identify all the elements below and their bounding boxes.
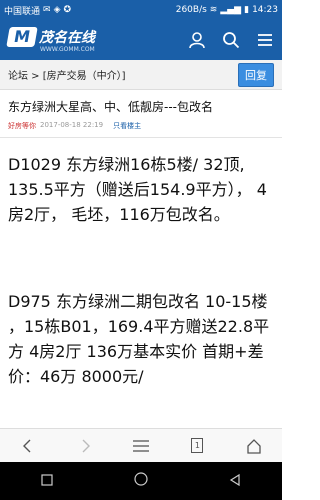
logo-mark: M (6, 27, 38, 47)
status-bar: 中国联通 ✉ ◈ ✪ 260B/s ≋ ▂▄▆ ▮ 14:23 (0, 0, 282, 20)
logo-text: 茂名在线 (39, 30, 95, 46)
logo-url: WWW.GOMM.COM (40, 46, 95, 53)
shield-icon: ◈ (53, 5, 61, 15)
app-header: M 茂名在线 WWW.GOMM.COM (0, 20, 282, 60)
circle-icon[interactable] (133, 471, 149, 491)
battery-icon: ▮ (244, 5, 250, 15)
triangle-back-icon[interactable] (228, 472, 242, 491)
post-author[interactable]: 好房等你 (8, 121, 36, 131)
post-header: 东方绿洲大星高、中、低靓房---包改名 好房等你 2017-08-18 22:1… (0, 90, 282, 138)
bottom-toolbar: 1 (0, 428, 282, 462)
menu-icon[interactable] (256, 31, 274, 49)
android-icon: ✪ (63, 5, 72, 15)
user-icon[interactable] (188, 31, 206, 49)
breadcrumb-text[interactable]: 论坛 > [房产交易（中介）] (8, 67, 126, 82)
post-date: 2017-08-18 22:19 (40, 121, 104, 129)
home-icon[interactable] (239, 431, 269, 461)
reply-button[interactable]: 回复 (238, 62, 274, 87)
wifi-icon: ≋ (209, 5, 218, 15)
forward-icon[interactable] (70, 431, 100, 461)
content-paragraph-2: D975 东方绿洲二期包改名 10-15楼 ，15栋B01，169.4平方赠送2… (8, 292, 270, 386)
clock: 14:23 (252, 5, 278, 15)
breadcrumb: 论坛 > [房产交易（中介）] 回复 (0, 60, 282, 90)
signal-icon: ▂▄▆ (220, 5, 242, 15)
page-icon[interactable]: 1 (182, 431, 212, 461)
network-speed: 260B/s (175, 5, 207, 15)
system-navigation-bar (0, 462, 282, 500)
menu-lines-icon[interactable] (126, 431, 156, 461)
carrier-label: 中国联通 (4, 6, 41, 17)
only-op-link[interactable]: 只看楼主 (113, 121, 141, 131)
back-icon[interactable] (13, 431, 43, 461)
site-logo[interactable]: M 茂名在线 WWW.GOMM.COM (6, 27, 95, 53)
content-paragraph-1: D1029 东方绿洲16栋5楼/ 32顶, 135.5平方（赠送后154.9平方… (8, 155, 267, 224)
post-meta: 好房等你 2017-08-18 22:19 只看楼主 (8, 121, 274, 131)
post-content: D1029 东方绿洲16栋5楼/ 32顶, 135.5平方（赠送后154.9平方… (0, 138, 282, 428)
square-icon[interactable] (40, 472, 54, 491)
page-count: 1 (191, 438, 204, 453)
notification-icon: ✉ (43, 5, 51, 15)
search-icon[interactable] (222, 31, 240, 49)
post-title: 东方绿洲大星高、中、低靓房---包改名 (8, 100, 213, 114)
